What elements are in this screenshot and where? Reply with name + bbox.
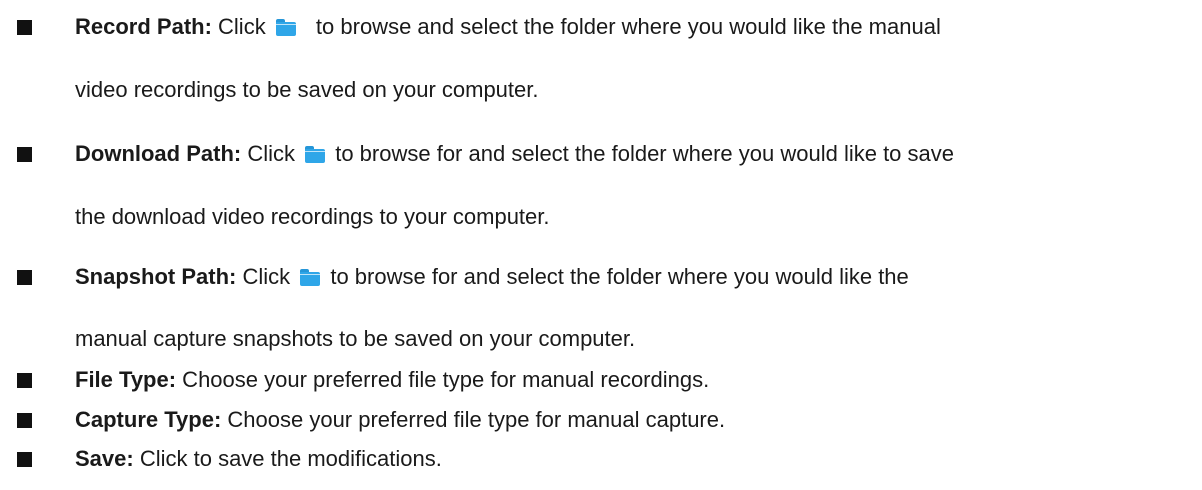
item-text: Click — [236, 264, 297, 289]
item-text: to browse for and select the folder wher… — [324, 264, 909, 289]
term-label: Snapshot Path: — [75, 264, 237, 289]
folder-icon — [275, 19, 296, 36]
term-label: Record Path: — [75, 14, 212, 39]
list-item-line: File Type: Choose your preferred file ty… — [75, 367, 1195, 393]
list-item-line: video recordings to be saved on your com… — [75, 77, 1195, 103]
item-text: Click — [241, 141, 302, 166]
bullet-icon — [17, 270, 32, 285]
list-item-line: the download video recordings to your co… — [75, 204, 1195, 230]
item-text: to browse and select the folder where yo… — [309, 14, 941, 39]
list-item-line: manual capture snapshots to be saved on … — [75, 326, 1195, 352]
folder-icon — [300, 269, 321, 286]
list-item-line: Snapshot Path: Click to browse for and s… — [75, 264, 1195, 290]
item-text: Choose your preferred file type for manu… — [176, 367, 710, 392]
item-text: Click to save the modifications. — [133, 446, 442, 471]
term-label: Capture Type: — [75, 407, 222, 432]
item-text: manual capture snapshots to be saved on … — [75, 326, 636, 351]
bullet-icon — [17, 452, 32, 467]
bullet-icon — [17, 147, 32, 162]
list-item-line: Save: Click to save the modifications. — [75, 446, 1195, 472]
list-item-line: Capture Type: Choose your preferred file… — [75, 407, 1195, 433]
bullet-icon — [17, 413, 32, 428]
bullet-icon — [17, 20, 32, 35]
item-text: Click — [211, 14, 272, 39]
bullet-icon — [17, 373, 32, 388]
term-label: Download Path: — [75, 141, 242, 166]
term-label: Save: — [75, 446, 134, 471]
folder-icon — [305, 146, 326, 163]
list-item-line: Download Path: Click to browse for and s… — [75, 141, 1195, 167]
term-label: File Type: — [75, 367, 177, 392]
item-text: Choose your preferred file type for manu… — [221, 407, 726, 432]
item-text: the download video recordings to your co… — [75, 204, 550, 229]
item-text: video recordings to be saved on your com… — [75, 77, 539, 102]
item-text: to browse for and select the folder wher… — [329, 141, 955, 166]
list-item-line: Record Path: Click to browse and select … — [75, 14, 1195, 40]
